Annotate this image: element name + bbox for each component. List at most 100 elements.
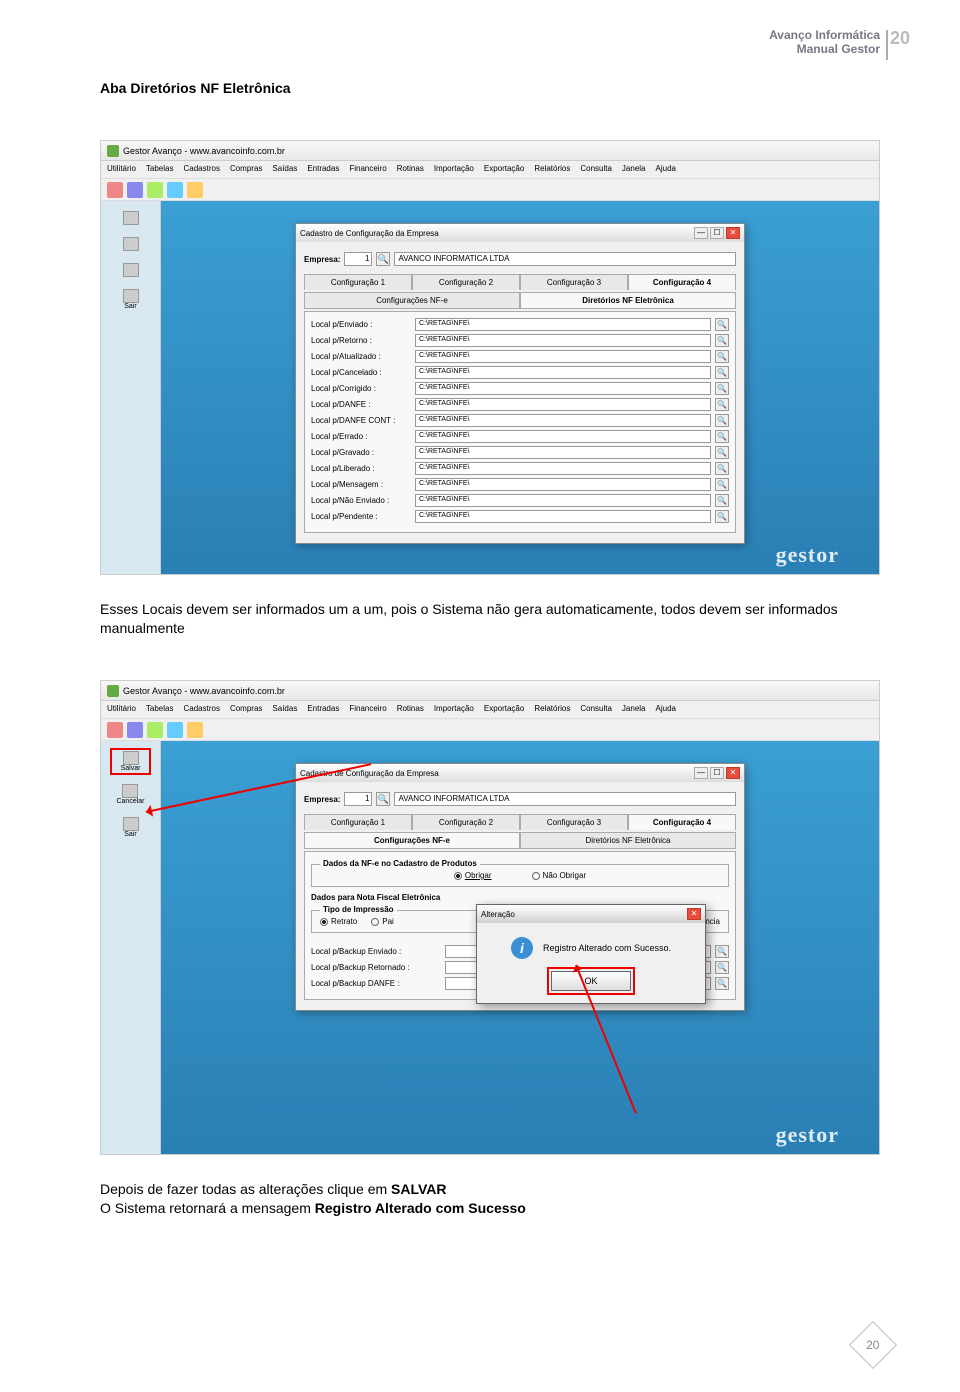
search-icon[interactable]: 🔍 [376,792,390,806]
app-menubar[interactable]: Utilitário Tabelas Cadastros Compras Saí… [101,161,879,179]
field-input[interactable]: C:\RETAG\NFE\ [415,350,711,363]
menu-item[interactable]: Cadastros [183,164,219,175]
menu-item[interactable]: Ajuda [656,704,676,715]
menu-item[interactable]: Ajuda [656,164,676,175]
ok-button[interactable]: OK [551,971,631,991]
menu-item[interactable]: Entradas [307,704,339,715]
sidebar-item[interactable] [121,261,141,279]
minimize-icon[interactable]: — [694,767,708,779]
toolbar-icon[interactable] [127,722,143,738]
menu-item[interactable]: Relatórios [534,704,570,715]
search-icon[interactable]: 🔍 [715,382,729,395]
toolbar-icon[interactable] [167,722,183,738]
app-menubar[interactable]: Utilitário Tabelas Cadastros Compras Saí… [101,701,879,719]
tab-config-3[interactable]: Configuração 3 [520,814,628,830]
menu-item[interactable]: Exportação [484,704,524,715]
menu-item[interactable]: Financeiro [349,164,386,175]
search-icon[interactable]: 🔍 [715,350,729,363]
field-input[interactable]: C:\RETAG\NFE\ [415,430,711,443]
field-input[interactable]: C:\RETAG\NFE\ [415,462,711,475]
tab-config-4[interactable]: Configuração 4 [628,814,736,830]
sidebar-item-sair[interactable]: Sair [121,287,141,312]
toolbar-icon[interactable] [167,182,183,198]
menu-item[interactable]: Saídas [272,704,297,715]
radio-obrigar[interactable]: Obrigar [454,871,492,880]
search-icon[interactable]: 🔍 [715,945,729,958]
empresa-num[interactable]: 1 [344,252,372,266]
search-icon[interactable]: 🔍 [715,430,729,443]
search-icon[interactable]: 🔍 [715,414,729,427]
menu-item[interactable]: Compras [230,704,262,715]
menu-item[interactable]: Consulta [580,164,612,175]
subtab-diretorios[interactable]: Diretórios NF Eletrônica [520,292,736,309]
menu-item[interactable]: Utilitário [107,164,136,175]
tab-config-1[interactable]: Configuração 1 [304,274,412,290]
search-icon[interactable]: 🔍 [715,318,729,331]
menu-item[interactable]: Financeiro [349,704,386,715]
menu-item[interactable]: Cadastros [183,704,219,715]
toolbar-icon[interactable] [107,182,123,198]
tab-config-2[interactable]: Configuração 2 [412,814,520,830]
tab-config-4[interactable]: Configuração 4 [628,274,736,290]
menu-item[interactable]: Compras [230,164,262,175]
menu-item[interactable]: Importação [434,164,474,175]
toolbar-icon[interactable] [147,182,163,198]
radio-retrato[interactable]: Retrato [320,917,357,926]
menu-item[interactable]: Janela [622,164,646,175]
sidebar-item[interactable] [121,209,141,227]
toolbar-icon[interactable] [107,722,123,738]
search-icon[interactable]: 🔍 [715,478,729,491]
subtab-config-nfe[interactable]: Configurações NF-e [304,292,520,309]
menu-item[interactable]: Entradas [307,164,339,175]
minimize-icon[interactable]: — [694,227,708,239]
field-input[interactable]: C:\RETAG\NFE\ [415,382,711,395]
menu-item[interactable]: Janela [622,704,646,715]
toolbar-icon[interactable] [187,182,203,198]
sidebar-item[interactable] [121,235,141,253]
search-icon[interactable]: 🔍 [715,366,729,379]
search-icon[interactable]: 🔍 [715,510,729,523]
radio-nao-obrigar[interactable]: Não Obrigar [532,871,587,880]
menu-item[interactable]: Tabelas [146,164,174,175]
search-icon[interactable]: 🔍 [376,252,390,266]
close-icon[interactable]: ✕ [687,908,701,920]
radio-pai[interactable]: Pai [371,917,394,926]
close-icon[interactable]: ✕ [726,767,740,779]
field-input[interactable]: C:\RETAG\NFE\ [415,366,711,379]
empresa-num[interactable]: 1 [344,792,372,806]
menu-item[interactable]: Consulta [580,704,612,715]
search-icon[interactable]: 🔍 [715,961,729,974]
menu-item[interactable]: Saídas [272,164,297,175]
sidebar-item-cancelar[interactable]: Cancelar [114,782,146,807]
menu-item[interactable]: Rotinas [397,704,424,715]
maximize-icon[interactable]: ☐ [710,227,724,239]
subtab-config-nfe[interactable]: Configurações NF-e [304,832,520,849]
toolbar-icon[interactable] [147,722,163,738]
search-icon[interactable]: 🔍 [715,462,729,475]
subtab-diretorios[interactable]: Diretórios NF Eletrônica [520,832,736,849]
field-input[interactable]: C:\RETAG\NFE\ [415,398,711,411]
field-input[interactable]: C:\RETAG\NFE\ [415,414,711,427]
menu-item[interactable]: Utilitário [107,704,136,715]
tab-config-1[interactable]: Configuração 1 [304,814,412,830]
search-icon[interactable]: 🔍 [715,334,729,347]
search-icon[interactable]: 🔍 [715,398,729,411]
menu-item[interactable]: Importação [434,704,474,715]
field-input[interactable]: C:\RETAG\NFE\ [415,334,711,347]
close-icon[interactable]: ✕ [726,227,740,239]
search-icon[interactable]: 🔍 [715,977,729,990]
tab-config-3[interactable]: Configuração 3 [520,274,628,290]
menu-item[interactable]: Exportação [484,164,524,175]
tab-config-2[interactable]: Configuração 2 [412,274,520,290]
search-icon[interactable]: 🔍 [715,494,729,507]
field-input[interactable]: C:\RETAG\NFE\ [415,494,711,507]
toolbar-icon[interactable] [187,722,203,738]
sidebar-item-salvar[interactable]: Salvar [111,749,151,774]
menu-item[interactable]: Tabelas [146,704,174,715]
toolbar-icon[interactable] [127,182,143,198]
menu-item[interactable]: Relatórios [534,164,570,175]
field-input[interactable]: C:\RETAG\NFE\ [415,318,711,331]
field-input[interactable]: C:\RETAG\NFE\ [415,478,711,491]
search-icon[interactable]: 🔍 [715,446,729,459]
field-input[interactable]: C:\RETAG\NFE\ [415,446,711,459]
